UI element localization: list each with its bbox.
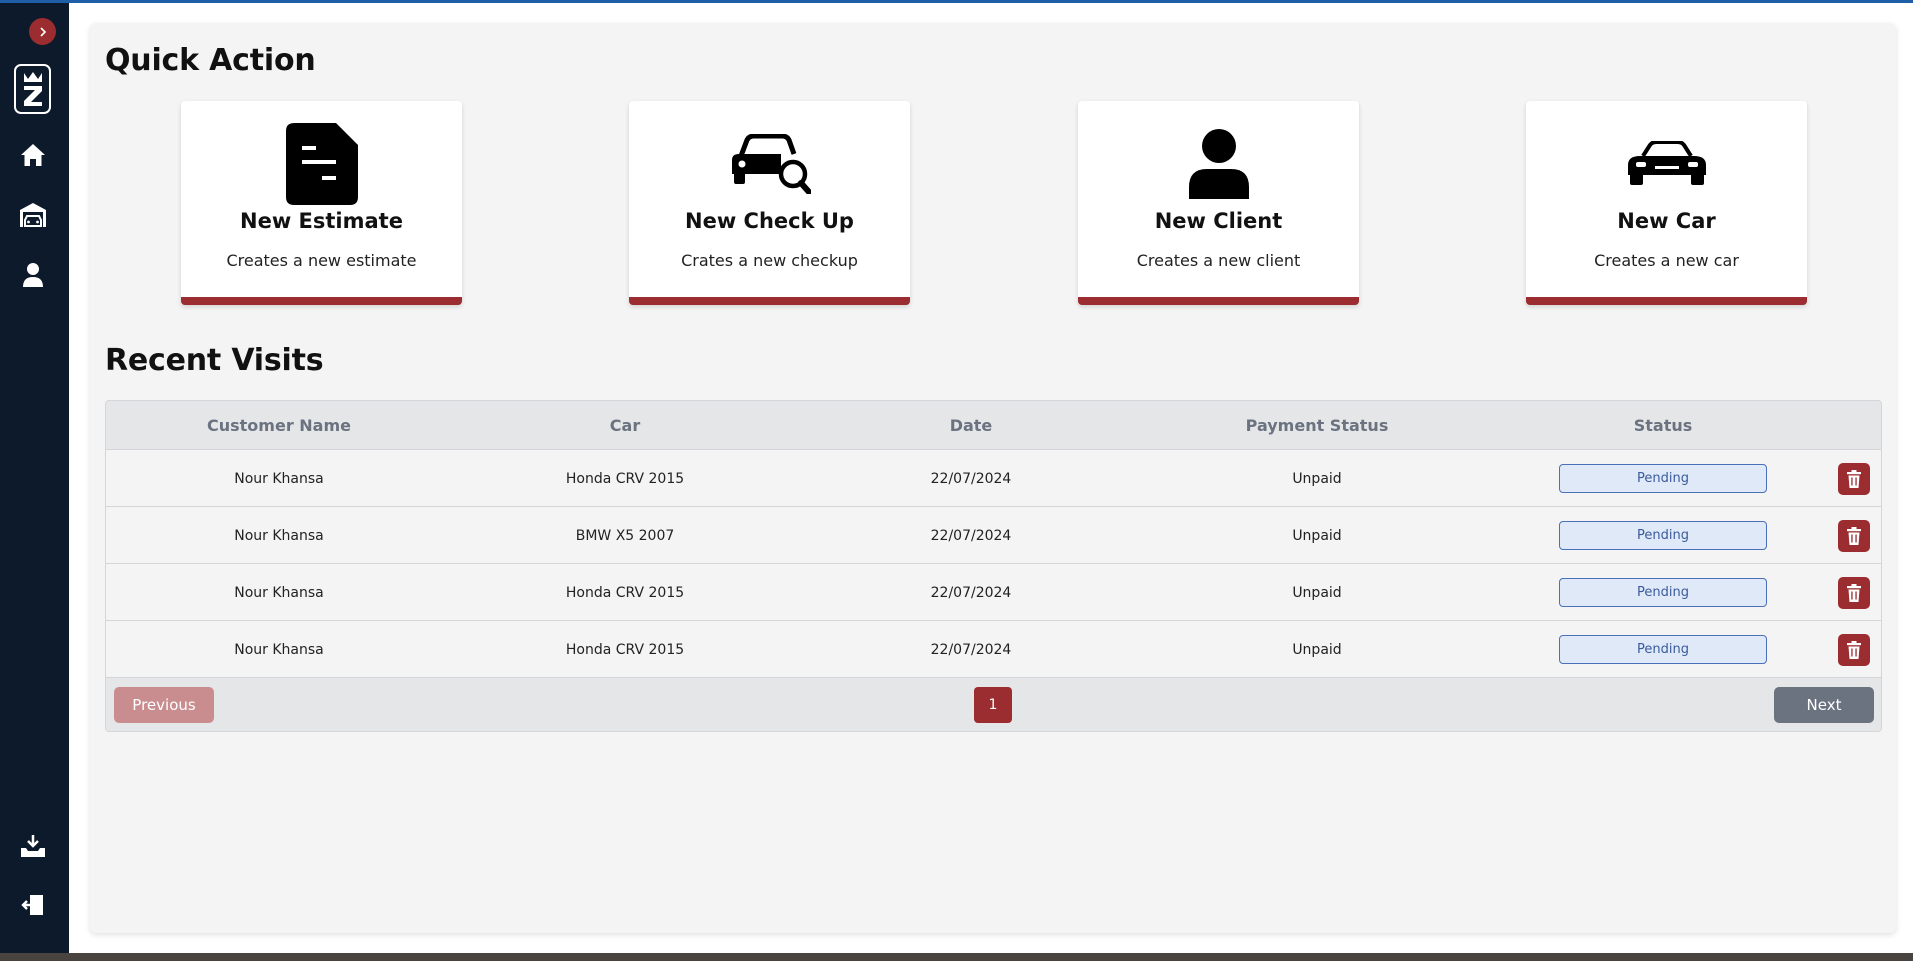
home-icon[interactable] [16, 138, 50, 172]
cell-date: 22/07/2024 [930, 527, 1012, 544]
car-icon [1627, 141, 1706, 185]
garage-icon[interactable] [16, 198, 50, 232]
status-badge[interactable]: Pending [1559, 635, 1767, 664]
chevron-right-icon [39, 26, 46, 37]
table-row[interactable]: Nour Khansa BMW X5 2007 22/07/2024 Unpai… [106, 507, 1881, 564]
table-row[interactable]: Nour Khansa Honda CRV 2015 22/07/2024 Un… [106, 450, 1881, 507]
status-badge[interactable]: Pending [1559, 464, 1767, 493]
sidebar [0, 3, 69, 953]
delete-button[interactable] [1838, 463, 1870, 495]
trash-icon [1847, 527, 1861, 545]
cell-date: 22/07/2024 [930, 641, 1012, 658]
new-estimate-card[interactable]: New Estimate Creates a new estimate [181, 101, 462, 305]
taskbar-strip [0, 953, 1913, 961]
cell-customer: Nour Khansa [234, 641, 324, 658]
delete-button[interactable] [1838, 520, 1870, 552]
car-search-icon [731, 134, 811, 194]
cell-customer: Nour Khansa [234, 470, 324, 487]
new-car-card[interactable]: New Car Creates a new car [1526, 101, 1807, 305]
download-icon[interactable] [16, 829, 50, 863]
card-title: New Check Up [685, 209, 854, 233]
status-badge[interactable]: Pending [1559, 578, 1767, 607]
sidebar-toggle-button[interactable] [29, 18, 56, 45]
column-header-car[interactable]: Car [452, 401, 798, 450]
quick-action-title: Quick Action [105, 43, 316, 78]
card-title: New Client [1154, 209, 1283, 233]
logo-z-icon[interactable] [14, 64, 51, 114]
cell-car: Honda CRV 2015 [565, 470, 685, 487]
status-badge[interactable]: Pending [1559, 521, 1767, 550]
trash-icon [1847, 641, 1861, 659]
card-description: Creates a new car [1594, 251, 1739, 270]
recent-visits-table: Customer Name Car Date Payment Status St… [105, 400, 1882, 732]
trash-icon [1847, 470, 1861, 488]
card-description: Creates a new estimate [226, 251, 417, 270]
cell-date: 22/07/2024 [930, 584, 1012, 601]
card-description: Crates a new checkup [681, 251, 858, 270]
cell-date: 22/07/2024 [930, 470, 1012, 487]
table-header: Customer Name Car Date Payment Status St… [106, 401, 1881, 450]
card-title: New Car [1617, 209, 1716, 233]
recent-visits-title: Recent Visits [105, 343, 324, 378]
column-header-customer[interactable]: Customer Name [106, 401, 452, 450]
cell-car: Honda CRV 2015 [565, 641, 685, 658]
window-top-border [0, 0, 1913, 3]
column-header-date[interactable]: Date [798, 401, 1144, 450]
column-header-status[interactable]: Status [1490, 401, 1836, 450]
card-title: New Estimate [240, 209, 403, 233]
logout-icon[interactable] [16, 888, 50, 922]
cell-payment-status: Unpaid [1292, 641, 1342, 658]
next-button[interactable]: Next [1774, 687, 1874, 723]
user-icon[interactable] [16, 258, 50, 292]
cell-payment-status: Unpaid [1292, 584, 1342, 601]
delete-button[interactable] [1838, 577, 1870, 609]
user-icon [1188, 129, 1249, 199]
cell-customer: Nour Khansa [234, 584, 324, 601]
cell-customer: Nour Khansa [234, 527, 324, 544]
page-number-button[interactable]: 1 [974, 687, 1012, 723]
table-row[interactable]: Nour Khansa Honda CRV 2015 22/07/2024 Un… [106, 621, 1881, 678]
cell-car: BMW X5 2007 [575, 527, 675, 544]
cell-car: Honda CRV 2015 [565, 584, 685, 601]
card-description: Creates a new client [1136, 251, 1301, 270]
cell-payment-status: Unpaid [1292, 527, 1342, 544]
pagination: Previous 1 Next [106, 678, 1881, 731]
main-content: Quick Action New Estimate Creates a new … [90, 23, 1896, 933]
new-client-card[interactable]: New Client Creates a new client [1078, 101, 1359, 305]
delete-button[interactable] [1838, 634, 1870, 666]
previous-button[interactable]: Previous [114, 687, 214, 723]
table-row[interactable]: Nour Khansa Honda CRV 2015 22/07/2024 Un… [106, 564, 1881, 621]
new-check-up-card[interactable]: New Check Up Crates a new checkup [629, 101, 910, 305]
cell-payment-status: Unpaid [1292, 470, 1342, 487]
trash-icon [1847, 584, 1861, 602]
document-icon [285, 123, 358, 205]
column-header-payment-status[interactable]: Payment Status [1144, 401, 1490, 450]
